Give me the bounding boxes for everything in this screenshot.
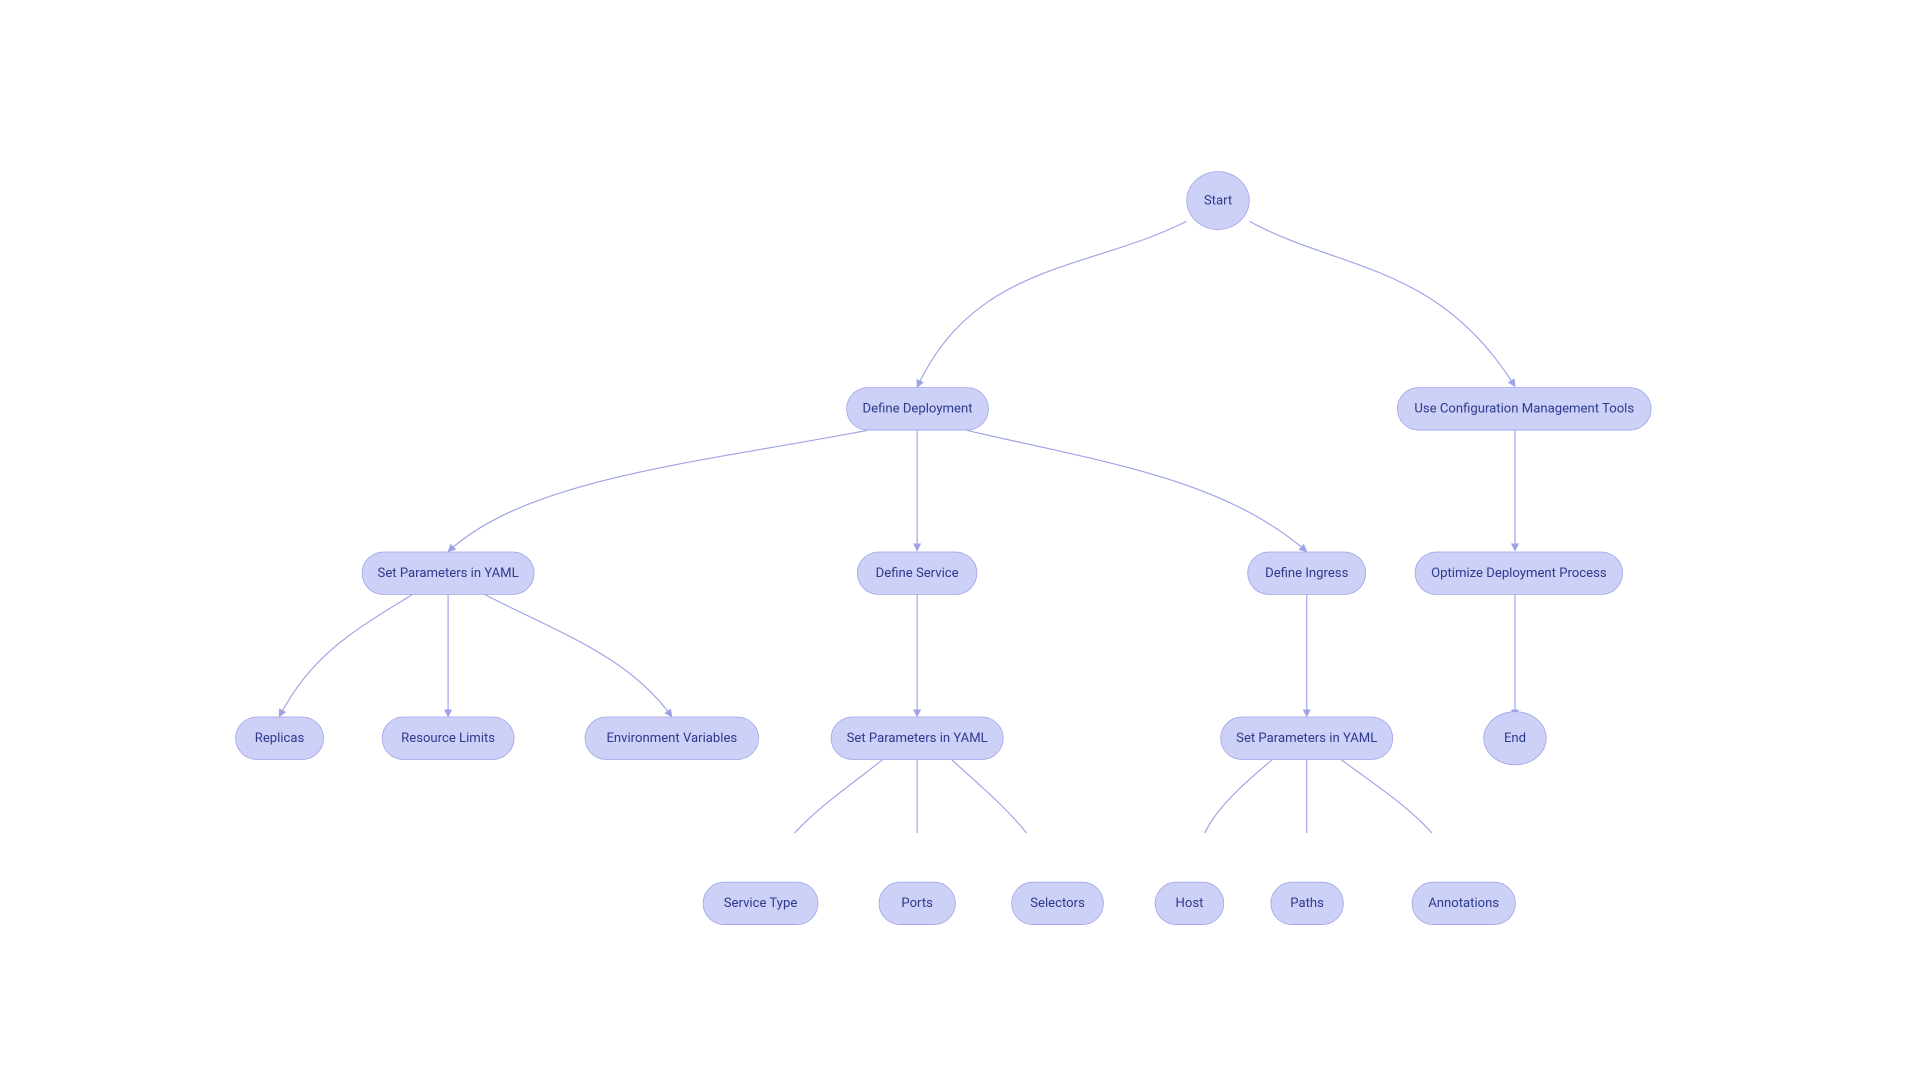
node-replicas: Replicas [236,717,325,760]
node-environment-variables: Environment Variables [585,717,759,760]
node-end: End [1484,711,1547,765]
node-label: Annotations [1429,896,1500,911]
node-label: Replicas [255,731,305,746]
node-service-type: Service Type [703,882,819,925]
node-label: Host [1176,896,1204,911]
node-label: Set Parameters in YAML [847,731,988,746]
node-set-params-yaml-deployment: Set Parameters in YAML [362,552,535,595]
node-define-deployment: Define Deployment [847,387,990,430]
node-set-params-yaml-service: Set Parameters in YAML [831,717,1004,760]
node-define-service: Define Service [857,552,977,595]
node-label: Define Deployment [863,401,973,416]
node-label: Start [1204,193,1232,208]
node-annotations: Annotations [1412,882,1516,925]
node-label: Selectors [1031,896,1086,911]
node-paths: Paths [1271,882,1344,925]
node-label: Resource Limits [402,731,496,746]
node-label: Ports [902,896,933,911]
node-host: Host [1155,882,1224,925]
node-label: Environment Variables [607,731,738,746]
node-use-config-mgmt-tools: Use Configuration Management Tools [1397,387,1652,430]
node-ports: Ports [879,882,956,925]
node-label: Set Parameters in YAML [1237,731,1378,746]
node-resource-limits: Resource Limits [382,717,515,760]
node-label: Service Type [724,896,798,911]
node-start: Start [1187,171,1250,230]
node-label: Define Service [876,565,959,580]
node-selectors: Selectors [1012,882,1105,925]
node-set-params-yaml-ingress: Set Parameters in YAML [1221,717,1394,760]
node-label: Paths [1291,896,1325,911]
node-label: Set Parameters in YAML [378,565,519,580]
flowchart-canvas: Start Define Deployment Use Configuratio… [219,0,1700,833]
node-label: Define Ingress [1266,565,1349,580]
node-optimize-deployment-process: Optimize Deployment Process [1415,552,1623,595]
node-label: Optimize Deployment Process [1432,565,1608,580]
node-define-ingress: Define Ingress [1248,552,1367,595]
node-label: Use Configuration Management Tools [1415,401,1635,416]
node-label: End [1504,731,1526,746]
